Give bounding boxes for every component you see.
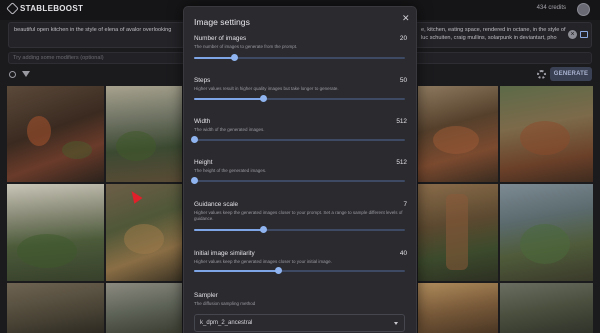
slider-fill [194, 57, 235, 59]
chevron-down-icon [394, 322, 398, 325]
slider-thumb[interactable] [190, 136, 198, 143]
prompt-text-right: e, kitchen, eating space, rendered in oc… [421, 27, 566, 41]
slider-thumb[interactable] [260, 226, 268, 233]
setting-description: Higher values keep the generated images … [194, 259, 332, 264]
logo-icon [6, 2, 19, 15]
setting-value: 512 [396, 118, 407, 125]
slider-fill [194, 98, 264, 100]
setting-label: Sampler [194, 292, 218, 299]
credits-count: 434 credits [536, 5, 566, 11]
setting-label: Height [194, 159, 213, 166]
clear-prompt-icon[interactable]: × [568, 30, 577, 39]
setting-description: The width of the generated images. [194, 127, 265, 132]
close-icon[interactable]: ✕ [402, 13, 410, 24]
slider-fill [194, 229, 264, 231]
setting-description: The height of the generated images. [194, 168, 267, 173]
setting-description: The number of images to generate from th… [194, 44, 298, 49]
generated-image[interactable] [418, 184, 498, 281]
sampler-select[interactable]: k_dpm_2_ancestral [194, 314, 405, 332]
generated-image[interactable] [500, 184, 593, 281]
height-slider[interactable] [190, 177, 405, 184]
history-icon[interactable] [9, 71, 16, 78]
setting-description: The diffusion sampling method [194, 301, 256, 306]
setting-value: 20 [399, 35, 407, 42]
image-settings-modal: Image settings ✕ Number of images 20 The… [183, 6, 417, 333]
generated-image[interactable] [106, 283, 182, 333]
slider-thumb[interactable] [230, 54, 238, 61]
avatar[interactable] [577, 3, 590, 16]
setting-label: Number of images [194, 35, 247, 42]
setting-label: Initial image similarity [194, 250, 255, 257]
generated-image[interactable] [7, 86, 104, 182]
guidance-scale-slider[interactable] [194, 226, 405, 233]
setting-value: 512 [396, 159, 407, 166]
slider-thumb[interactable] [190, 177, 198, 184]
generated-image[interactable] [106, 184, 182, 281]
generated-image[interactable] [106, 86, 182, 182]
generated-image[interactable] [418, 283, 498, 333]
generated-image[interactable] [7, 184, 104, 281]
setting-label: Width [194, 118, 211, 125]
slider-thumb[interactable] [260, 95, 268, 102]
generated-image[interactable] [7, 283, 104, 333]
modifiers-placeholder: Try adding some modifiers (optional) [13, 55, 104, 61]
sampler-value: k_dpm_2_ancestral [200, 320, 253, 326]
generated-image[interactable] [500, 86, 593, 182]
generate-button[interactable]: GENERATE [550, 67, 592, 81]
setting-description: Higher values keep the generated images … [194, 210, 403, 221]
initial-image-similarity-slider[interactable] [194, 267, 405, 274]
camera-icon[interactable] [580, 31, 588, 38]
modal-title: Image settings [194, 17, 250, 27]
slider-thumb[interactable] [274, 267, 282, 274]
filter-icon[interactable] [22, 71, 30, 77]
slider-fill [194, 270, 279, 272]
setting-value: 7 [403, 201, 407, 208]
gear-icon[interactable] [537, 70, 546, 79]
prompt-text-left: beautiful open kitchen in the style of e… [14, 27, 172, 33]
app-name: STABLEBOOST [20, 4, 84, 13]
setting-value: 40 [399, 250, 407, 257]
steps-slider[interactable] [194, 95, 405, 102]
setting-description: Higher values result in higher quality i… [194, 86, 339, 91]
generated-image[interactable] [418, 86, 498, 182]
app-logo[interactable]: STABLEBOOST [6, 2, 84, 15]
number-of-images-slider[interactable] [194, 54, 405, 61]
setting-label: Steps [194, 77, 211, 84]
generated-image[interactable] [500, 283, 593, 333]
setting-value: 50 [399, 77, 407, 84]
width-slider[interactable] [190, 136, 405, 143]
setting-label: Guidance scale [194, 201, 239, 208]
